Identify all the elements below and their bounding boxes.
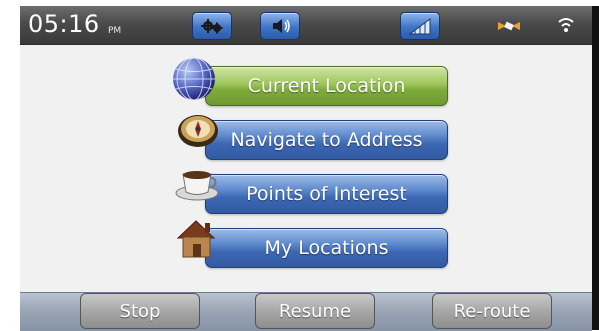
settings-gears-icon xyxy=(201,19,223,34)
volume-button[interactable] xyxy=(260,12,300,40)
resume-button[interactable]: Resume xyxy=(255,293,375,329)
clock-time: 05:16 xyxy=(28,10,100,38)
menu-item-label: Points of Interest xyxy=(246,183,407,205)
clock-ampm: PM xyxy=(108,26,122,36)
globe-icon xyxy=(173,57,215,101)
wifi-icon xyxy=(558,18,574,32)
settings-button[interactable] xyxy=(192,12,232,40)
resume-button-label: Resume xyxy=(278,301,352,322)
stop-button-label: Stop xyxy=(119,301,161,322)
satellite-icon xyxy=(498,21,520,31)
volume-icon xyxy=(273,19,290,33)
signal-strength-button[interactable] xyxy=(400,12,440,40)
reroute-button[interactable]: Re-route xyxy=(432,293,552,329)
device-bezel xyxy=(592,6,599,330)
navigate-to-address-button[interactable]: Navigate to Address xyxy=(205,120,448,160)
reroute-button-label: Re-route xyxy=(453,301,531,322)
my-locations-button[interactable]: My Locations xyxy=(205,228,448,268)
current-location-button[interactable]: Current Location xyxy=(205,66,448,106)
points-of-interest-button[interactable]: Points of Interest xyxy=(205,174,448,214)
menu-item-label: My Locations xyxy=(264,237,389,259)
menu-item-label: Navigate to Address xyxy=(230,129,423,151)
house-icon xyxy=(176,220,216,258)
coffee-cup-icon xyxy=(175,171,219,201)
compass-icon xyxy=(178,115,218,147)
signal-bars-icon xyxy=(408,18,431,35)
menu-item-label: Current Location xyxy=(247,75,406,97)
stop-button[interactable]: Stop xyxy=(80,293,200,329)
screen-background xyxy=(20,6,592,330)
status-bar: 05:16 PM xyxy=(20,6,592,45)
